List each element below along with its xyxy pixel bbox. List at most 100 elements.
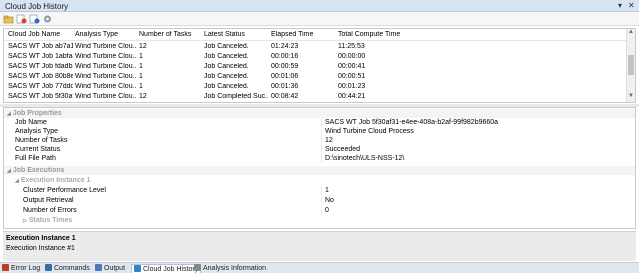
- analysis-info-icon: [194, 264, 201, 271]
- property-key: Output Retrieval: [23, 197, 74, 204]
- property-row[interactable]: Number of Tasks 12: [4, 136, 635, 145]
- category-job-properties[interactable]: ◢ Job Properties: [4, 109, 635, 118]
- cloud-job-table: Cloud Job Name Analysis Type Number of T…: [3, 28, 636, 103]
- cell-total-compute-time: 00:00:00: [338, 53, 366, 60]
- column-header-total-compute-time[interactable]: Total Compute Time: [338, 31, 418, 38]
- cell-number-of-tasks: 1: [139, 53, 143, 60]
- property-key: Job Name: [15, 119, 47, 126]
- cell-latest-status: Job Canceled.: [204, 73, 249, 80]
- property-value: SACS WT Job 5f30af31-e4ee-408a-b2af-99f9…: [325, 119, 499, 126]
- tab-analysis-information[interactable]: Analysis Information: [194, 264, 266, 273]
- column-header-number-of-tasks[interactable]: Number of Tasks: [139, 31, 203, 38]
- cell-total-compute-time: 00:44:21: [338, 93, 366, 100]
- settings-icon[interactable]: [42, 14, 53, 24]
- column-header-elapsed-time[interactable]: Elapsed Time: [271, 31, 335, 38]
- collapse-icon[interactable]: ◢: [7, 111, 11, 117]
- cell-elapsed-time: 00:00:16: [271, 53, 299, 60]
- subcategory-label: Status Times: [28, 217, 73, 224]
- cell-total-compute-time: 11:25:53: [338, 43, 365, 50]
- refresh-icon[interactable]: [29, 14, 40, 24]
- property-key: Current Status: [15, 146, 61, 153]
- category-label: Job Properties: [12, 110, 62, 117]
- subcategory-status-times[interactable]: ▷ Status Times: [4, 216, 635, 225]
- description-text: Execution Instance #1: [6, 245, 75, 252]
- toolbar: [0, 12, 639, 26]
- table-row[interactable]: SACS WT Job 80b8e6... Wind Turbine Clou.…: [4, 72, 627, 82]
- cell-analysis-type: Wind Turbine Clou...: [75, 63, 137, 70]
- subcategory-execution-instance[interactable]: ◢ Execution Instance 1: [4, 176, 635, 185]
- table-row[interactable]: SACS WT Job 1abfa4... Wind Turbine Clou.…: [4, 52, 627, 62]
- cell-latest-status: Job Completed Suc...: [204, 93, 268, 100]
- tab-cloud-job-history[interactable]: Cloud Job History: [131, 264, 202, 273]
- property-grid: ◢ Job Properties Job Name SACS WT Job 5f…: [3, 107, 636, 229]
- window-title: Cloud Job History: [5, 2, 69, 11]
- table-row[interactable]: SACS WT Job 5f30af3... Wind Turbine Clou…: [4, 92, 627, 102]
- cell-number-of-tasks: 12: [139, 93, 147, 100]
- category-label: Job Executions: [12, 167, 65, 174]
- category-job-executions[interactable]: ◢ Job Executions: [4, 166, 635, 175]
- close-icon[interactable]: ✕: [628, 1, 635, 10]
- cell-analysis-type: Wind Turbine Clou...: [75, 43, 137, 50]
- delete-icon[interactable]: [16, 14, 27, 24]
- tab-label: Output: [104, 265, 126, 272]
- cell-job-name: SACS WT Job 1abfa4...: [8, 53, 73, 60]
- tab-label: Analysis Information: [203, 265, 267, 272]
- tab-commands[interactable]: Commands: [45, 264, 90, 273]
- cloud-icon: [134, 265, 141, 272]
- property-row[interactable]: Number of Errors 0: [4, 206, 635, 215]
- expand-icon[interactable]: ▷: [23, 218, 27, 224]
- pin-icon[interactable]: ▾: [618, 1, 622, 10]
- property-key: Number of Errors: [23, 207, 77, 214]
- property-row[interactable]: Current Status Succeeded: [4, 145, 635, 154]
- tab-error-log[interactable]: Error Log: [2, 264, 40, 273]
- cell-number-of-tasks: 1: [139, 73, 143, 80]
- cell-elapsed-time: 00:08:42: [271, 93, 299, 100]
- property-key: Full File Path: [15, 155, 56, 162]
- property-key: Analysis Type: [15, 128, 59, 135]
- property-value: 12: [325, 137, 333, 144]
- window-titlebar: Cloud Job History ▾ ✕: [0, 0, 639, 12]
- property-value: 0: [325, 207, 329, 214]
- column-header-analysis-type[interactable]: Analysis Type: [75, 31, 139, 38]
- property-value: No: [325, 197, 334, 204]
- property-row[interactable]: Job Name SACS WT Job 5f30af31-e4ee-408a-…: [4, 118, 635, 127]
- collapse-icon[interactable]: ◢: [15, 178, 19, 184]
- cell-analysis-type: Wind Turbine Clou...: [75, 73, 137, 80]
- output-icon: [95, 264, 102, 271]
- property-value: Wind Turbine Cloud Process: [325, 128, 414, 135]
- cell-number-of-tasks: 12: [139, 43, 147, 50]
- grid-scrollbar[interactable]: ▲ ▼: [626, 29, 635, 102]
- tab-label: Commands: [54, 265, 90, 272]
- property-row[interactable]: Cluster Performance Level 1: [4, 186, 635, 195]
- cell-job-name: SACS WT Job 77ddd...: [8, 83, 73, 90]
- table-row[interactable]: SACS WT Job fdadb3... Wind Turbine Clou.…: [4, 62, 627, 72]
- description-pane: Execution Instance 1 Execution Instance …: [3, 231, 636, 261]
- cell-total-compute-time: 00:00:41: [338, 63, 366, 70]
- scroll-up-icon[interactable]: ▲: [628, 29, 634, 35]
- property-value: 1: [325, 187, 329, 194]
- cell-elapsed-time: 01:24:23: [271, 43, 299, 50]
- tab-output[interactable]: Output: [95, 264, 125, 273]
- scroll-down-icon[interactable]: ▼: [628, 93, 634, 99]
- property-key: Cluster Performance Level: [23, 187, 106, 194]
- column-header-latest-status[interactable]: Latest Status: [204, 31, 268, 38]
- open-icon[interactable]: [3, 14, 14, 24]
- property-value: Succeeded: [325, 146, 361, 153]
- table-header: Cloud Job Name Analysis Type Number of T…: [4, 29, 627, 41]
- property-row[interactable]: Analysis Type Wind Turbine Cloud Process: [4, 127, 635, 136]
- cell-elapsed-time: 00:01:36: [271, 83, 299, 90]
- table-row[interactable]: SACS WT Job 77ddd... Wind Turbine Clou..…: [4, 82, 627, 92]
- cell-analysis-type: Wind Turbine Clou...: [75, 93, 137, 100]
- cell-elapsed-time: 00:01:06: [271, 73, 299, 80]
- commands-icon: [45, 264, 52, 271]
- tab-label: Cloud Job History: [143, 266, 199, 273]
- property-row[interactable]: Output Retrieval No: [4, 196, 635, 205]
- cell-latest-status: Job Canceled.: [204, 63, 249, 70]
- property-row[interactable]: Full File Path D:\sinotech\ULS-NSS-12\: [4, 154, 635, 163]
- scroll-thumb[interactable]: [628, 55, 634, 75]
- column-header-job-name[interactable]: Cloud Job Name: [8, 31, 72, 38]
- cell-job-name: SACS WT Job 80b8e6...: [8, 73, 73, 80]
- table-row[interactable]: SACS WT Job ab7a1e... Wind Turbine Clou.…: [4, 42, 627, 52]
- subcategory-label: Execution Instance 1: [20, 177, 91, 184]
- collapse-icon[interactable]: ◢: [7, 168, 11, 174]
